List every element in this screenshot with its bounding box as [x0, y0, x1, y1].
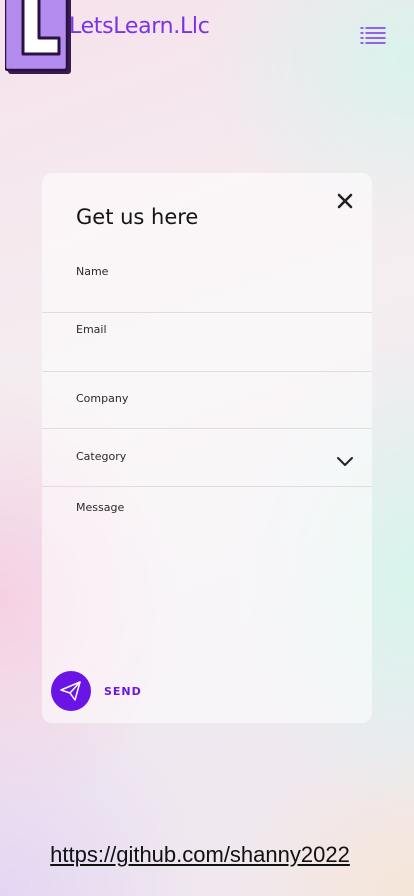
message-input[interactable] [76, 523, 338, 643]
category-select[interactable]: Category [42, 429, 372, 487]
email-label: Email [76, 323, 107, 336]
message-field[interactable]: Message [42, 487, 372, 657]
category-label: Category [76, 450, 127, 463]
list-menu-icon[interactable] [358, 24, 388, 48]
name-input[interactable] [76, 283, 338, 305]
company-input[interactable] [76, 404, 338, 426]
chevron-down-icon[interactable] [336, 455, 354, 467]
letter-l-logo-icon[interactable] [5, 0, 73, 76]
github-link[interactable]: https://github.com/shanny2022 [0, 842, 400, 868]
send-label[interactable]: SEND [104, 685, 142, 698]
close-icon[interactable] [334, 190, 356, 212]
name-label: Name [76, 265, 109, 278]
company-field[interactable]: Company [42, 372, 372, 429]
name-field[interactable]: Name [42, 257, 372, 313]
paper-plane-icon [60, 681, 81, 701]
email-field[interactable]: Email [42, 313, 372, 372]
message-label: Message [76, 501, 125, 514]
email-input[interactable] [76, 341, 338, 363]
form-title: Get us here [76, 205, 199, 229]
site-header: LetsLearn.Llc [0, 0, 414, 80]
send-button[interactable] [51, 671, 91, 711]
contact-form-card: Get us here Name Email Company Category … [42, 173, 372, 723]
brand-name[interactable]: LetsLearn.Llc [69, 14, 210, 39]
